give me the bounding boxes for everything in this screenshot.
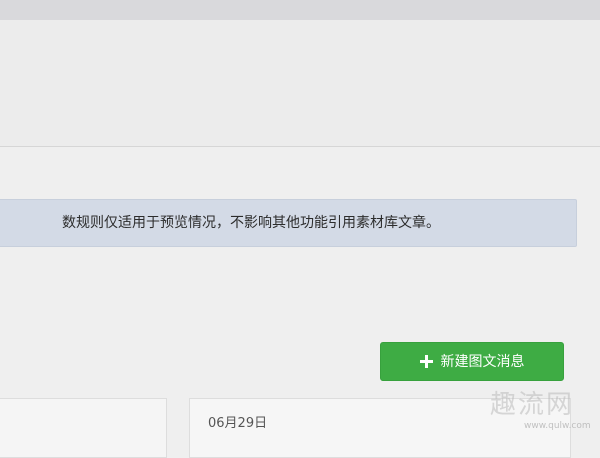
notice-text: 数规则仅适用于预览情况，不影响其他功能引用素材库文章。	[62, 215, 440, 231]
content-area	[0, 147, 600, 441]
top-strip	[0, 0, 600, 20]
new-post-button-label: 新建图文消息	[440, 353, 525, 370]
header-area	[0, 20, 600, 146]
article-card-left[interactable]	[0, 398, 167, 458]
notice-bar: 数规则仅适用于预览情况，不影响其他功能引用素材库文章。	[0, 199, 577, 247]
card-date: 06月29日	[208, 416, 268, 431]
article-card-right[interactable]: 06月29日	[189, 398, 571, 458]
new-post-button[interactable]: 新建图文消息	[380, 342, 564, 381]
plus-icon	[419, 355, 433, 368]
